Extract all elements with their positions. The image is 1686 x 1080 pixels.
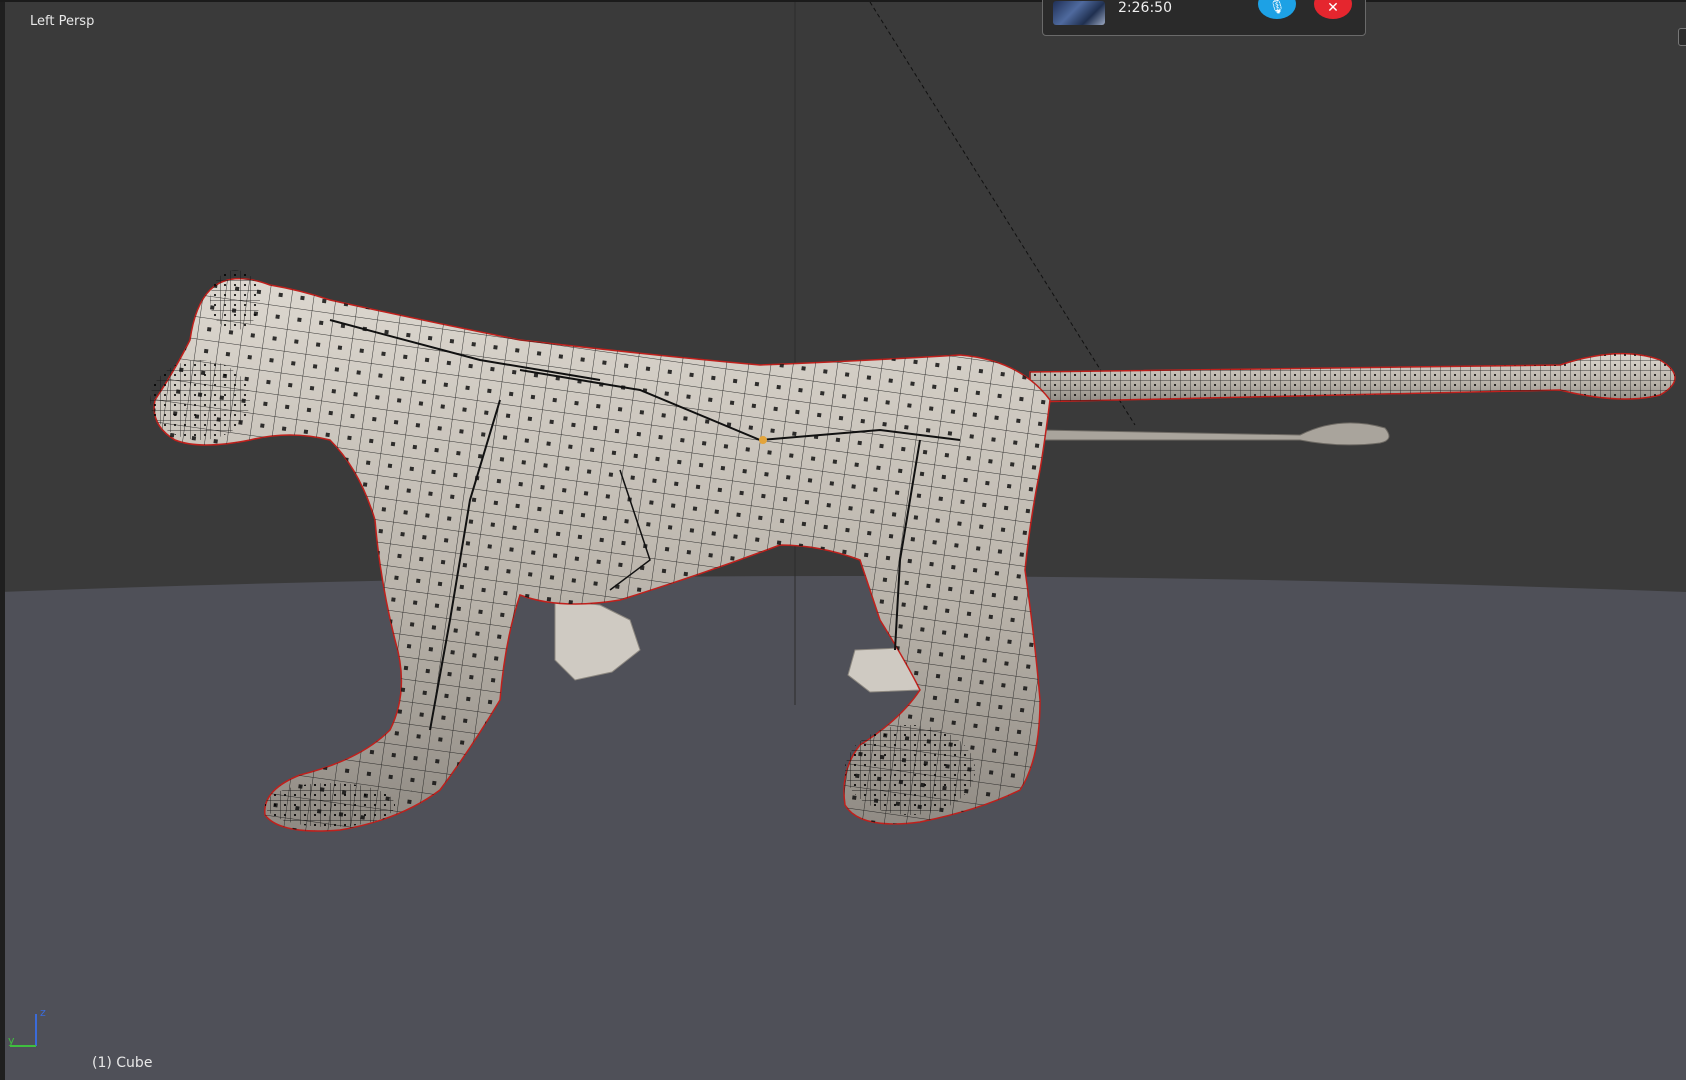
axis-y-label: y (8, 1034, 15, 1047)
viewport-left-border (0, 0, 5, 1080)
active-object-label: (1) Cube (92, 1055, 153, 1071)
axis-gizmo: z y (8, 1006, 46, 1047)
recording-time: 2:26:50 (1118, 0, 1172, 16)
webcam-thumbnail (1053, 1, 1105, 25)
microphone-icon[interactable]: 🎙 (1258, 0, 1296, 19)
corner-expand-handle[interactable] (1678, 28, 1686, 46)
3d-viewport[interactable]: Left Persp z y (1) Cube (0, 0, 1686, 1080)
close-icon[interactable]: ✕ (1314, 0, 1352, 19)
viewport-scene[interactable] (0, 0, 1686, 1080)
axis-z-label: z (40, 1006, 46, 1019)
view-label: Left Persp (30, 14, 95, 29)
floor-plane (0, 576, 1686, 1080)
screen-recorder-bar[interactable]: 2:26:50 🎙 ✕ (1042, 0, 1366, 36)
viewport-top-border (0, 0, 1686, 2)
